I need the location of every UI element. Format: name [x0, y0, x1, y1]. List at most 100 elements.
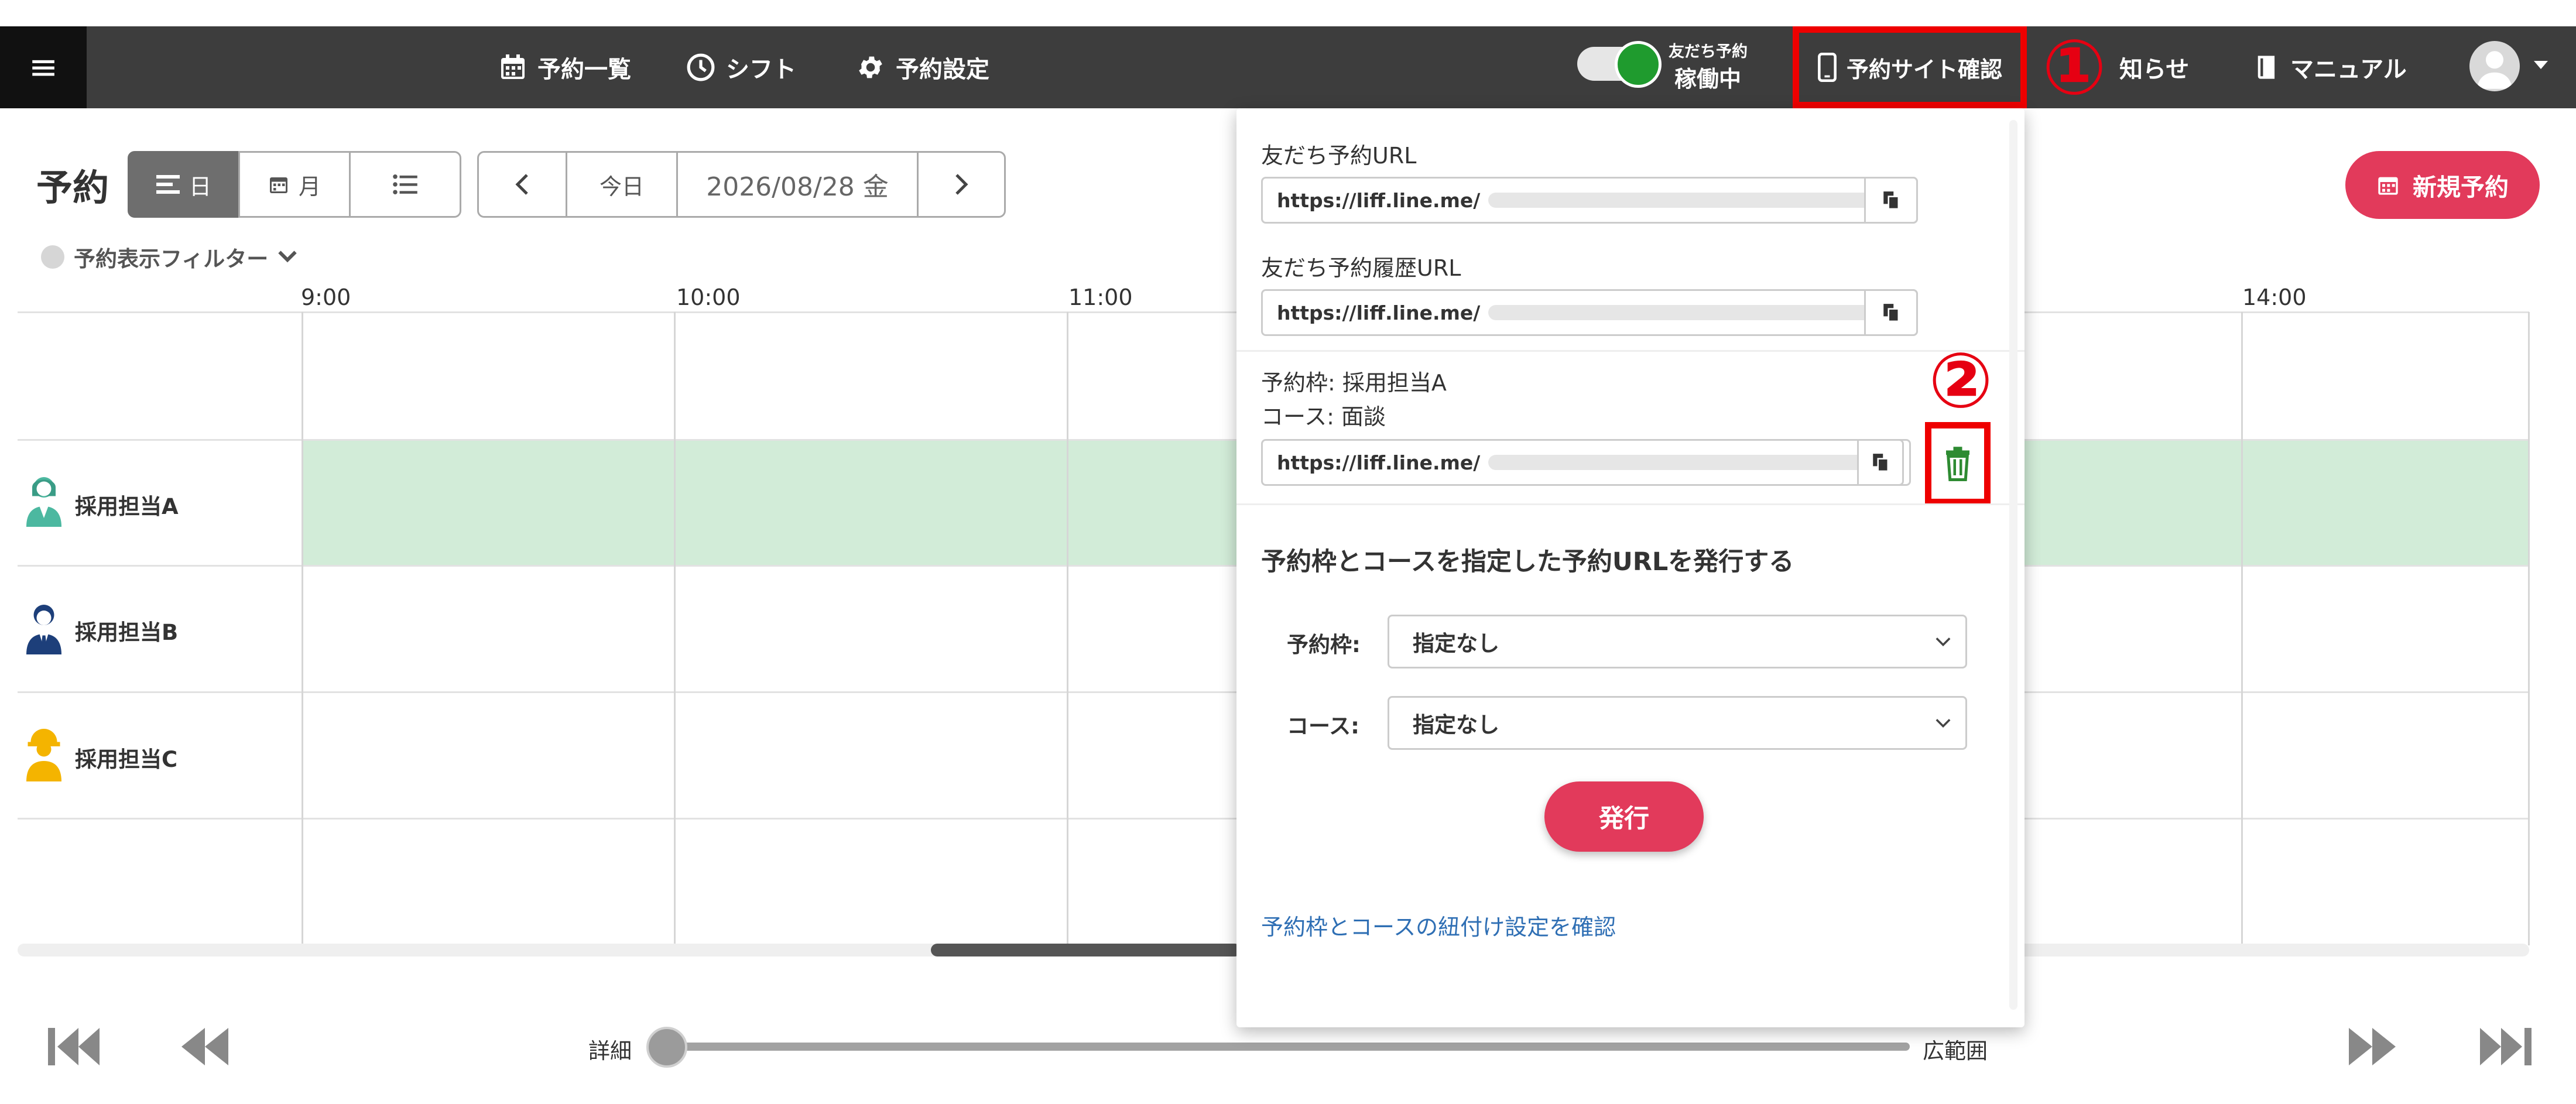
filter-label: 予約表示フィルター — [74, 246, 269, 272]
course-select-value: 指定なし — [1413, 712, 1499, 738]
grid-line — [2241, 312, 2243, 945]
toggle-caption: 友だち予約 — [1669, 43, 1748, 61]
staff-worker-icon — [26, 729, 61, 781]
nav-notice[interactable]: 知らせ — [2119, 26, 2189, 108]
view-day-label: 日 — [189, 173, 211, 200]
grid-line — [674, 312, 676, 945]
rewind-icon[interactable] — [174, 1023, 231, 1070]
staff-name: 採用担当A — [75, 494, 179, 519]
next-date-button[interactable] — [917, 151, 1006, 218]
copy-history-url-button[interactable] — [1864, 289, 1918, 336]
slot-course-settings-link[interactable]: 予約枠とコースの紐付け設定を確認 — [1261, 909, 1616, 941]
site-check-label: 予約サイト確認 — [1846, 56, 2002, 83]
divider — [1236, 503, 2025, 505]
reservation-site-panel: 友だち予約URL https://liff.line.me/ 友だち予約履歴UR… — [1236, 108, 2025, 1027]
slot-line: 予約枠: 採用担当A — [1261, 370, 1447, 396]
list-align-icon — [156, 175, 180, 194]
reservation-site-check-button[interactable]: 予約サイト確認 — [1793, 26, 2027, 108]
reservation-filter-toggle[interactable]: 予約表示フィルター — [41, 241, 297, 273]
slot-select[interactable]: 指定なし — [1388, 615, 1967, 668]
user-avatar-icon[interactable] — [2469, 41, 2520, 91]
nav-label: 知らせ — [2119, 56, 2190, 83]
panel-scrollbar[interactable] — [2009, 120, 2017, 1010]
nav-label: 予約一覧 — [537, 56, 631, 83]
book-icon — [2258, 56, 2275, 79]
hamburger-icon: ≡ — [28, 47, 59, 88]
new-reservation-button[interactable]: 新規予約 — [2345, 151, 2540, 219]
grid-line — [1067, 312, 1068, 945]
list-icon — [393, 174, 417, 194]
view-day-button[interactable]: 日 — [128, 151, 240, 218]
annotation-marker-2: ② — [1928, 336, 1993, 425]
copy-icon — [1883, 304, 1900, 323]
fast-forward-icon[interactable] — [2347, 1023, 2403, 1070]
slot-course-url-field[interactable]: https://liff.line.me/ — [1261, 439, 1911, 486]
zoom-label-wide: 広範囲 — [1923, 1038, 1988, 1064]
course-select-label: コース: — [1287, 714, 1359, 739]
course-line: コース: 面談 — [1261, 404, 1386, 430]
view-month-label: 月 — [298, 173, 321, 200]
history-url-field[interactable]: https://liff.line.me/ — [1261, 289, 1918, 336]
zoom-label-detail: 詳細 — [588, 1038, 632, 1064]
avatar-dropdown-icon[interactable] — [2534, 61, 2548, 69]
toggle-knob[interactable] — [1615, 41, 1662, 88]
friend-url-label: 友だち予約URL — [1261, 143, 1417, 169]
copy-slot-url-button[interactable] — [1857, 439, 1904, 486]
grid-line — [2528, 312, 2530, 945]
url-redacted — [1488, 305, 1899, 320]
nav-reservation-settings[interactable]: 予約設定 — [856, 26, 989, 108]
issue-url-heading: 予約枠とコースを指定した予約URLを発行する — [1261, 547, 1794, 577]
staff-name: 採用担当B — [75, 620, 179, 645]
url-redacted — [1488, 455, 1899, 470]
course-select[interactable]: 指定なし — [1388, 696, 1967, 750]
clock-icon — [687, 53, 715, 81]
history-url-text: https://liff.line.me/ — [1277, 301, 1481, 324]
nav-reservation-list[interactable]: 予約一覧 — [499, 26, 631, 108]
delete-url-button[interactable] — [1925, 422, 1991, 505]
page-title: 予約 — [36, 166, 109, 209]
chevron-down-icon — [1936, 719, 1951, 728]
nav-manual[interactable]: マニュアル — [2254, 26, 2407, 108]
today-label: 今日 — [599, 173, 644, 200]
issue-button[interactable]: 発行 — [1544, 781, 1704, 852]
zoom-slider[interactable] — [656, 1043, 1910, 1051]
skip-to-start-icon[interactable] — [46, 1023, 102, 1070]
date-display[interactable]: 2026/08/28 金 — [676, 151, 919, 218]
view-month-button[interactable]: 月 — [238, 151, 351, 218]
filter-status-icon — [41, 245, 64, 269]
chevron-left-icon — [515, 174, 528, 195]
new-reservation-label: 新規予約 — [2413, 173, 2509, 201]
slot-url-text: https://liff.line.me/ — [1277, 451, 1481, 474]
slot-select-label: 予約枠: — [1287, 632, 1361, 657]
staff-name: 採用担当C — [75, 747, 178, 772]
history-url-label: 友だち予約履歴URL — [1261, 255, 1461, 281]
staff-woman-icon — [26, 477, 61, 527]
annotation-marker-1: ① — [2042, 23, 2107, 112]
skip-to-end-icon[interactable] — [2478, 1023, 2534, 1070]
copy-icon — [1873, 454, 1889, 472]
nav-shift[interactable]: シフト — [686, 26, 796, 108]
copy-icon — [1883, 191, 1900, 210]
zoom-slider-thumb[interactable] — [646, 1027, 687, 1068]
friend-url-field[interactable]: https://liff.line.me/ — [1261, 177, 1918, 224]
gear-icon — [859, 56, 882, 78]
time-label: 10:00 — [676, 284, 741, 310]
hamburger-menu-button[interactable]: ≡ — [0, 26, 87, 108]
toggle-status: 稼働中 — [1674, 66, 1742, 92]
chevron-right-icon — [955, 174, 968, 195]
friend-url-text: https://liff.line.me/ — [1277, 188, 1481, 212]
phone-icon — [1818, 53, 1837, 82]
url-redacted — [1488, 193, 1899, 208]
prev-date-button[interactable] — [477, 151, 567, 218]
chevron-down-icon — [278, 251, 297, 263]
nav-label: 予約設定 — [896, 56, 989, 83]
copy-friend-url-button[interactable] — [1864, 177, 1918, 224]
calendar-icon — [501, 54, 525, 79]
time-label: 11:00 — [1068, 284, 1133, 310]
today-button[interactable]: 今日 — [566, 151, 678, 218]
view-list-button[interactable] — [349, 151, 461, 218]
calendar-icon — [2378, 177, 2398, 195]
horizontal-scrollbar-thumb[interactable] — [931, 944, 1241, 956]
trash-icon — [1946, 447, 1969, 481]
divider — [1236, 350, 2025, 352]
